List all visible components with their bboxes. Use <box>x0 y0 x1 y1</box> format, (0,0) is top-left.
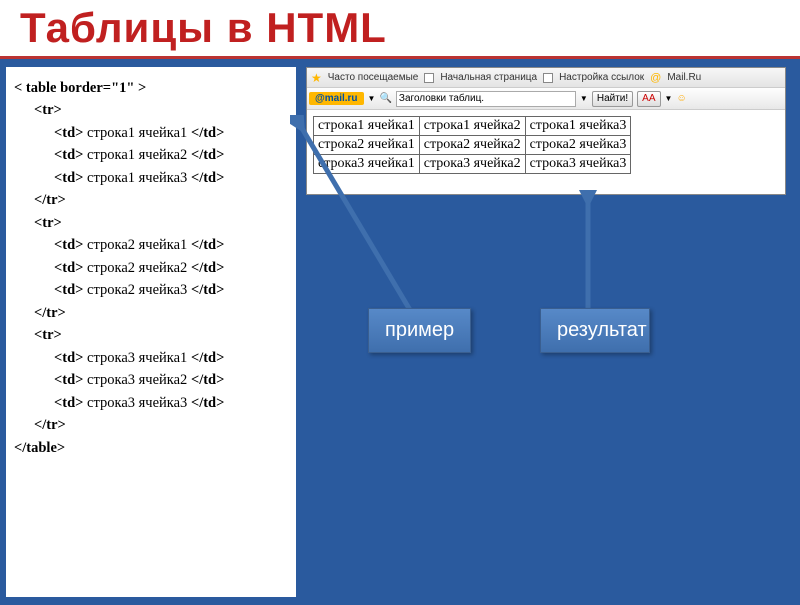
browser-toolbar-2: @mail.ru ▼ 🔍 ▼ Найти! AA ▼ ☺ <box>307 88 785 110</box>
code-line: </tr> <box>34 414 288 436</box>
title-bar: Таблицы в HTML <box>0 0 800 59</box>
code-line: <td> строка1 ячейка1 </td> <box>54 122 288 144</box>
browser-toolbar-1: ★ Часто посещаемые Начальная страница На… <box>307 68 785 88</box>
dropdown-icon[interactable]: ▼ <box>368 94 376 103</box>
code-line: <tr> <box>34 212 288 234</box>
mailru-icon: @ <box>650 72 661 84</box>
arrow-icon <box>568 190 608 315</box>
code-line: <tr> <box>34 324 288 346</box>
table-cell: строка2 ячейка3 <box>525 136 631 155</box>
font-button[interactable]: AA <box>637 91 660 107</box>
dropdown-icon[interactable]: ▼ <box>665 94 673 103</box>
dropdown-icon[interactable]: ▼ <box>580 94 588 103</box>
code-line: <td> строка3 ячейка3 </td> <box>54 392 288 414</box>
checkbox-icon[interactable] <box>424 73 434 83</box>
table-cell: строка1 ячейка3 <box>525 117 631 136</box>
toolbar-startpage[interactable]: Начальная страница <box>440 72 537 83</box>
toolbar-linksettings[interactable]: Настройка ссылок <box>559 72 644 83</box>
code-line: <td> строка3 ячейка1 </td> <box>54 347 288 369</box>
code-line: < table border="1" > <box>14 77 288 99</box>
code-line: <td> строка3 ячейка2 </td> <box>54 369 288 391</box>
code-line: <td> строка2 ячейка2 </td> <box>54 257 288 279</box>
example-label: пример <box>368 308 471 353</box>
search-icon: 🔍 <box>379 93 391 104</box>
table-cell: строка3 ячейка2 <box>419 155 525 174</box>
code-line: <td> строка2 ячейка3 </td> <box>54 279 288 301</box>
table-cell: строка2 ячейка2 <box>419 136 525 155</box>
code-line: <tr> <box>34 99 288 121</box>
table-cell: строка1 ячейка2 <box>419 117 525 136</box>
checkbox-icon[interactable] <box>543 73 553 83</box>
code-line: <td> строка1 ячейка2 </td> <box>54 144 288 166</box>
toolbar-mailru[interactable]: Mail.Ru <box>667 72 701 83</box>
arrow-icon <box>290 115 430 325</box>
star-icon: ★ <box>311 71 322 85</box>
search-input[interactable] <box>396 91 576 107</box>
toolbar-frequently[interactable]: Часто посещаемые <box>328 72 419 83</box>
code-panel: < table border="1" > <tr> <td> строка1 я… <box>6 67 296 597</box>
result-label: результат <box>540 308 650 353</box>
mailru-logo[interactable]: @mail.ru <box>309 92 364 105</box>
code-line: </tr> <box>34 189 288 211</box>
code-line: </tr> <box>34 302 288 324</box>
code-line: </table> <box>14 437 288 459</box>
find-button[interactable]: Найти! <box>592 91 633 107</box>
table-cell: строка3 ячейка3 <box>525 155 631 174</box>
code-line: <td> строка1 ячейка3 </td> <box>54 167 288 189</box>
code-line: <td> строка2 ячейка1 </td> <box>54 234 288 256</box>
smiley-icon[interactable]: ☺ <box>676 93 686 104</box>
page-title: Таблицы в HTML <box>20 4 780 52</box>
